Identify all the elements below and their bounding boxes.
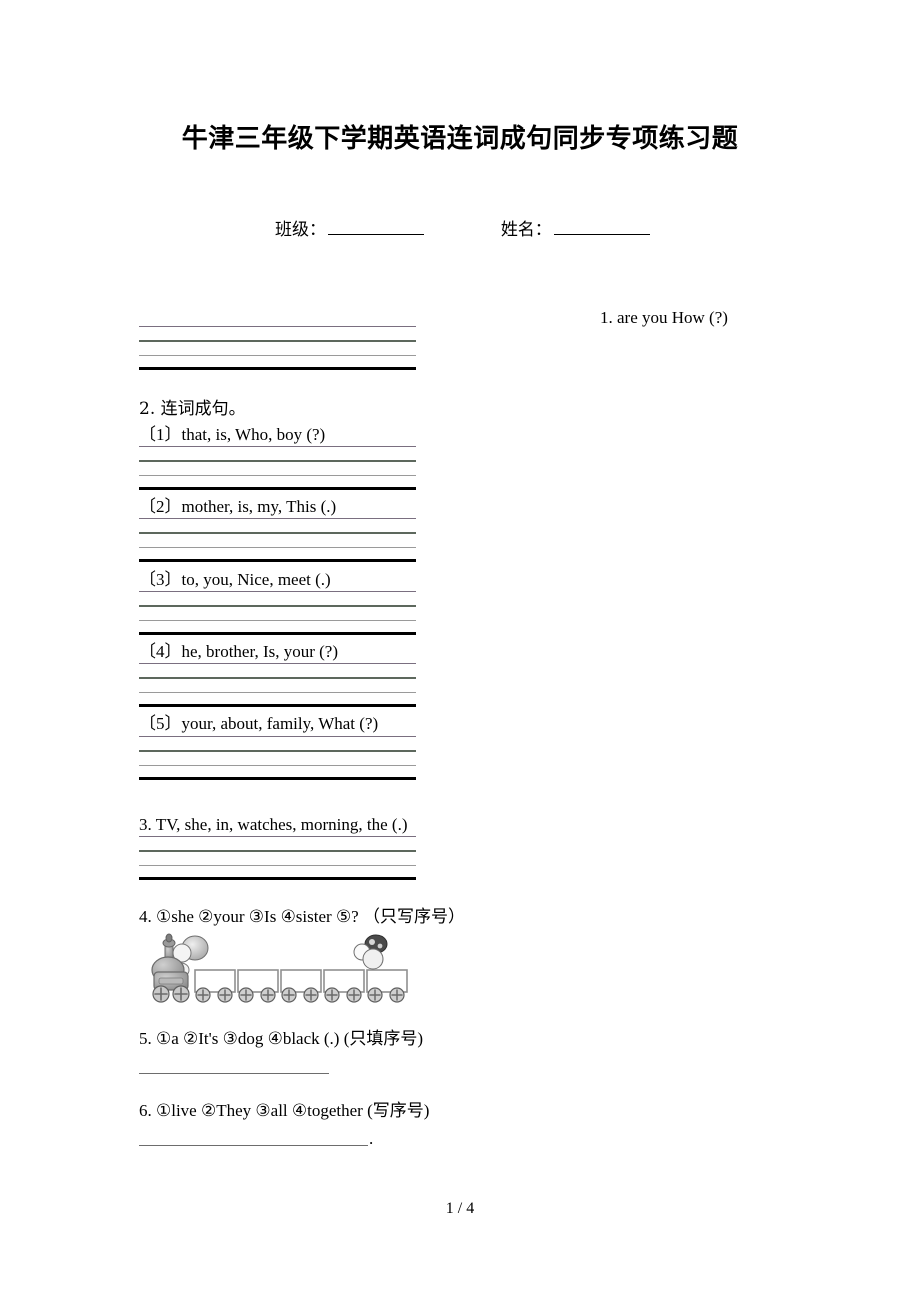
rule-spacer	[139, 519, 416, 532]
rule-spacer	[139, 837, 416, 850]
rule-spacer	[139, 462, 416, 475]
question-2-item-3-text: 〔3〕to, you, Nice, meet (.)	[139, 570, 331, 589]
question-1-text: 1. are you How (?)	[600, 308, 728, 327]
question-2-item-3-answer-lines[interactable]	[139, 591, 416, 635]
rule-spacer	[139, 664, 416, 677]
rule-spacer	[139, 447, 416, 460]
question-2-item-1-answer-lines[interactable]	[139, 446, 416, 490]
question-6-trailing-punctuation: .	[369, 1129, 374, 1148]
question-4-text: 4. ①she ②your ③Is ④sister ⑤? （只写序号）	[139, 907, 465, 926]
worksheet-page: 牛津三年级下学期英语连词成句同步专项练习题 班级： 姓名： 1. are you…	[0, 0, 920, 1302]
rule-spacer	[139, 852, 416, 865]
rule-spacer	[139, 327, 416, 340]
rule-spacer	[139, 621, 416, 632]
question-2-heading: 2. 连词成句。	[139, 399, 246, 419]
answer-rule	[139, 704, 416, 707]
question-5-text: 5. ①a ②It's ③dog ④black (.) (只填序号)	[139, 1029, 424, 1048]
question-2-item-4-text: 〔4〕he, brother, Is, your (?)	[139, 642, 339, 661]
rule-spacer	[139, 693, 416, 704]
train-icon	[151, 933, 408, 1003]
name-blank[interactable]	[553, 219, 650, 235]
header-fields: 班级： 姓名：	[275, 215, 775, 240]
rule-spacer	[139, 679, 416, 692]
class-blank[interactable]	[328, 219, 424, 235]
question-3-text: 3. TV, she, in, watches, morning, the (.…	[139, 815, 408, 834]
rule-spacer	[139, 766, 416, 777]
question-1-answer-lines[interactable]	[139, 326, 416, 370]
answer-rule	[139, 367, 416, 370]
rule-spacer	[139, 737, 416, 750]
question-6-text: 6. ①live ②They ③all ④together (写序号)	[139, 1101, 430, 1120]
answer-rule	[139, 559, 416, 562]
rule-spacer	[139, 476, 416, 487]
question-3-answer-lines[interactable]	[139, 836, 416, 880]
boxcar-group	[194, 969, 408, 1003]
question-2-item-4-answer-lines[interactable]	[139, 663, 416, 707]
answer-rule	[139, 877, 416, 880]
class-label: 班级：	[275, 220, 326, 240]
question-6-answer-rule[interactable]	[139, 1145, 368, 1146]
question-5-answer-rule[interactable]	[139, 1073, 329, 1074]
rule-spacer	[139, 607, 416, 620]
answer-rule	[139, 777, 416, 780]
question-2-item-2-text: 〔2〕mother, is, my, This (.)	[139, 497, 337, 516]
name-field: 姓名：	[501, 215, 650, 240]
page-title: 牛津三年级下学期英语连词成句同步专项练习题	[181, 124, 739, 154]
question-2-item-2-answer-lines[interactable]	[139, 518, 416, 562]
rule-spacer	[139, 752, 416, 765]
answer-rule	[139, 632, 416, 635]
question-2-item-1-text: 〔1〕that, is, Who, boy (?)	[139, 425, 326, 444]
class-field: 班级：	[275, 215, 424, 240]
answer-rule	[139, 487, 416, 490]
question-2-item-5-text: 〔5〕your, about, family, What (?)	[139, 714, 379, 733]
question-2-item-5-answer-lines[interactable]	[139, 736, 416, 780]
page-footer: 1 / 4	[445, 1200, 475, 1217]
rule-spacer	[139, 534, 416, 547]
rule-spacer	[139, 342, 416, 355]
rule-spacer	[139, 866, 416, 877]
rule-spacer	[139, 356, 416, 367]
rule-spacer	[139, 548, 416, 559]
name-label: 姓名：	[500, 220, 552, 240]
train-illustration	[148, 932, 410, 1006]
rule-spacer	[139, 592, 416, 605]
